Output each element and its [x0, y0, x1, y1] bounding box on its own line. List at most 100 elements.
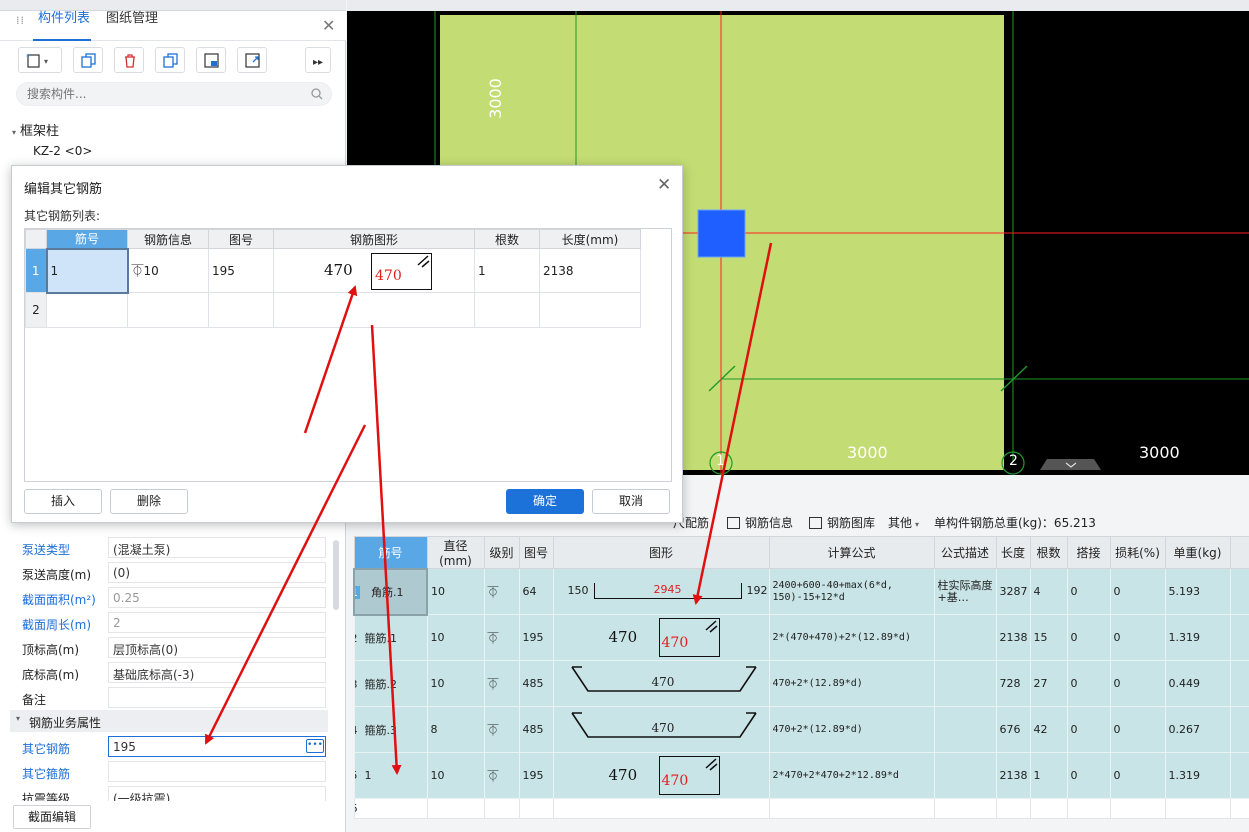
cell-unit-weight[interactable]: 0.449 — [1164, 660, 1231, 707]
cell-length[interactable]: 2138 — [995, 614, 1031, 661]
cell-lap[interactable]: 0 — [1066, 660, 1111, 707]
cell-unit-weight[interactable]: 1.319 — [1164, 752, 1231, 799]
col-header[interactable]: 钢筋信息 — [127, 229, 209, 249]
prop-value-field[interactable] — [108, 687, 326, 708]
cell-figure-no[interactable]: 485 — [518, 706, 554, 753]
cell-lap[interactable]: 0 — [1066, 568, 1111, 615]
cell-diameter[interactable]: 10 — [426, 660, 485, 707]
cell-length[interactable]: 676 — [995, 706, 1031, 753]
cell-grade[interactable]: ⏁ — [483, 614, 520, 661]
cell-lap[interactable]: 0 — [1066, 752, 1111, 799]
tree-node-frame-column[interactable]: ▾ 框架柱 — [12, 120, 59, 139]
ok-button[interactable]: 确定 — [506, 489, 584, 514]
cell-loss[interactable]: 0 — [1109, 752, 1166, 799]
cell-length[interactable]: 2138 — [539, 248, 641, 293]
search-icon[interactable] — [311, 88, 323, 100]
drag-grip-icon[interactable]: ⁞⁞ — [16, 15, 24, 31]
cell-bar-name[interactable]: 3箍筋.2 — [353, 660, 428, 707]
cell-shape[interactable]: 470 470 — [273, 248, 475, 293]
cell-formula[interactable]: 2*470+2*470+2*12.89*d — [768, 752, 935, 799]
prop-value-field[interactable]: (一级抗震) — [108, 786, 326, 801]
col-header[interactable]: 图形 — [552, 536, 770, 569]
cell-unit-weight[interactable]: 5.193 — [1164, 568, 1231, 615]
tab-component-list[interactable]: 构件列表 — [38, 7, 90, 26]
col-header[interactable]: 长度 — [995, 536, 1031, 569]
cell-figure-no[interactable]: 64 — [518, 568, 554, 615]
cell-grade[interactable]: ⏁ — [483, 752, 520, 799]
cell-figure-no[interactable]: 195 — [518, 752, 554, 799]
cell-shape[interactable]: 470 470 — [552, 752, 770, 799]
cell-count[interactable]: 1 — [1029, 752, 1068, 799]
copy-button[interactable] — [73, 47, 103, 73]
cell-formula-desc[interactable] — [933, 614, 997, 661]
cell-figure-no[interactable]: 195 — [208, 248, 274, 293]
other-menu-button[interactable]: 其他 ▾ — [888, 514, 919, 531]
dialog-row[interactable]: 1 1 ⏁10 195 470 470 1 2138 — [25, 247, 641, 294]
cell-loss[interactable]: 0 — [1109, 568, 1166, 615]
cell-bar-name[interactable]: 2箍筋.1 — [353, 614, 428, 661]
table-row[interactable]: 51 10 ⏁ 195 470 470 2*470+2*470+2*12.89*… — [353, 752, 1249, 799]
table-row[interactable]: 2箍筋.1 10 ⏁ 195 470 470 2*(470+470)+2*(12… — [353, 614, 1249, 661]
tab-drawing-management[interactable]: 图纸管理 — [106, 7, 158, 26]
other-rebar-field[interactable]: 195 — [108, 736, 326, 757]
search-input[interactable] — [27, 86, 297, 102]
cell-grade[interactable]: ⏁ — [483, 660, 520, 707]
prop-value-field[interactable] — [108, 761, 326, 782]
cell-count[interactable]: 4 — [1029, 568, 1068, 615]
cancel-button[interactable]: 取消 — [592, 489, 670, 514]
cell-grade[interactable]: ⏁ — [483, 568, 520, 615]
prop-value-field[interactable]: (0) — [108, 562, 326, 583]
col-header[interactable]: 公式描述 — [933, 536, 997, 569]
cell-shape[interactable]: 470 — [552, 706, 770, 753]
col-header[interactable]: 钢筋图形 — [273, 229, 475, 249]
cell-count[interactable]: 15 — [1029, 614, 1068, 661]
prop-section-rebar[interactable]: ▾ 钢筋业务属性 — [10, 710, 328, 732]
props-scrollbar[interactable] — [333, 540, 339, 610]
section-edit-button[interactable]: 截面编辑 — [13, 805, 91, 829]
cell-count[interactable]: 27 — [1029, 660, 1068, 707]
cell-bar-name[interactable]: 1角筋.1 — [353, 567, 428, 616]
cell-count[interactable]: 1 — [474, 248, 540, 293]
cell-unit-weight[interactable]: 1.319 — [1164, 614, 1231, 661]
col-header[interactable]: 根数 — [1029, 536, 1068, 569]
cell-rebar-info[interactable]: ⏁10 — [127, 248, 209, 293]
cell-diameter[interactable]: 10 — [426, 568, 485, 615]
cell-length[interactable]: 728 — [995, 660, 1031, 707]
table-row[interactable]: 4箍筋.3 8 ⏁ 485 470 470+2*(12.89*d) 676 42… — [353, 706, 1249, 753]
cell-formula-desc[interactable] — [933, 706, 997, 753]
cell-bar-no[interactable]: 1 — [45, 247, 129, 294]
col-header[interactable]: 筋号 — [353, 536, 428, 569]
close-icon[interactable]: ✕ — [657, 175, 671, 195]
rebar-library-button[interactable]: 钢筋图库 — [809, 514, 875, 531]
prop-value-field[interactable]: 0.25 — [108, 587, 326, 608]
cell-loss[interactable]: 0 — [1109, 660, 1166, 707]
col-header[interactable]: 图号 — [518, 536, 554, 569]
cell-figure-no[interactable]: 195 — [518, 614, 554, 661]
cell-count[interactable]: 42 — [1029, 706, 1068, 753]
rebar-info-button[interactable]: 钢筋信息 — [727, 514, 793, 531]
cell-shape[interactable]: 150 2945 192 — [552, 568, 770, 615]
cell-formula[interactable]: 470+2*(12.89*d) — [768, 706, 935, 753]
col-header[interactable]: 损耗(%) — [1109, 536, 1166, 569]
col-header[interactable]: 直径(mm) — [426, 536, 485, 569]
table-row[interactable]: 1角筋.1 10 ⏁ 64 150 2945 192 2400+600-40+m… — [353, 567, 1249, 616]
cell-formula[interactable]: 470+2*(12.89*d) — [768, 660, 935, 707]
duplicate-floor-button[interactable] — [155, 47, 185, 73]
prop-value-field[interactable]: 2 — [108, 612, 326, 633]
new-component-button[interactable]: ▾ * — [18, 47, 62, 73]
delete-button[interactable] — [114, 47, 144, 73]
cell-grade[interactable]: ⏁ — [483, 706, 520, 753]
table-row-empty[interactable]: 6 — [353, 798, 1249, 819]
prop-value-field[interactable]: 基础底标高(-3) — [108, 662, 326, 683]
cell-formula[interactable]: 2400+600-40+max(6*d, 150)-15+12*d — [768, 568, 935, 615]
ellipsis-button[interactable]: ••• — [306, 739, 324, 753]
prop-value-field[interactable]: 层顶标高(0) — [108, 637, 326, 658]
cell-formula-desc[interactable]: 柱实际高度+基… — [933, 568, 997, 615]
cell-formula-desc[interactable] — [933, 752, 997, 799]
close-icon[interactable]: ✕ — [322, 16, 335, 35]
col-header[interactable]: 长度(mm) — [539, 229, 641, 249]
cell-loss[interactable]: 0 — [1109, 614, 1166, 661]
insert-button[interactable]: 插入 — [24, 489, 102, 514]
col-header[interactable]: 根数 — [474, 229, 540, 249]
save-template-button[interactable] — [196, 47, 226, 73]
